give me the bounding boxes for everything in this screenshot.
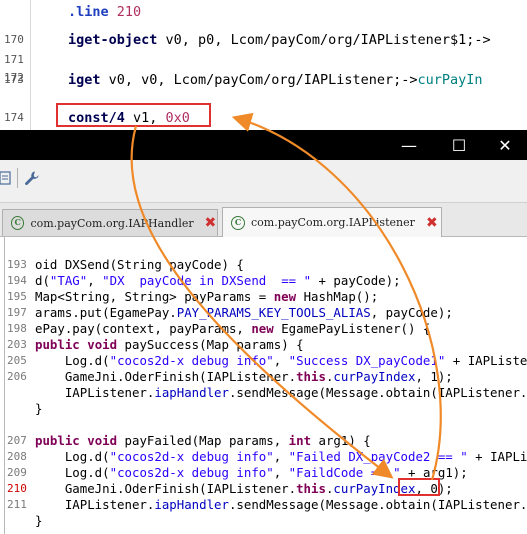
line-number: 171 xyxy=(4,53,24,66)
java-line: 193 oid DXSend(String payCode) { xyxy=(5,257,527,273)
line-number: 205 xyxy=(7,354,27,367)
line-number: 210 xyxy=(7,482,27,495)
java-line: 195 Map<String, String> payParams = new H… xyxy=(5,289,527,305)
smali-token: iget-object xyxy=(68,32,166,48)
line-number: 174 xyxy=(4,111,24,124)
tab-label: com.payCom.org.IAPHandler xyxy=(30,216,194,230)
smali-editor[interactable]: .line 210 170 iget-object v0, p0, Lcom/pay… xyxy=(0,0,527,130)
line-number: 195 xyxy=(7,290,27,303)
smali-line: 170 iget-object v0, p0, Lcom/payCom/org/I… xyxy=(0,30,527,50)
line-number: 197 xyxy=(7,306,27,319)
java-code: GameJni.OderFinish(IAPListener.this.curP… xyxy=(35,481,453,496)
window-titlebar: — ☐ ✕ xyxy=(0,130,527,160)
window-minimize-icon[interactable]: — xyxy=(386,130,432,160)
java-code: public void payFailed(Map params, int ar… xyxy=(35,433,371,448)
class-icon: C xyxy=(11,216,25,230)
ordfinish-arg-highlight xyxy=(398,478,440,496)
line-number: 194 xyxy=(7,274,27,287)
java-line: 194 d("TAG", "DX payCode in DXSend == " +… xyxy=(5,273,527,289)
window-close-icon[interactable]: ✕ xyxy=(482,130,527,160)
java-line: } xyxy=(5,401,527,417)
line-number: 198 xyxy=(7,322,27,335)
java-line: IAPListener.iapHandler.sendMessage(Messa… xyxy=(5,385,527,401)
list-icon[interactable] xyxy=(0,170,14,186)
smali-token: .line xyxy=(68,4,117,20)
java-line: 209 Log.d("cocos2d-x debug info", "Faild… xyxy=(5,465,527,481)
tab-label: com.payCom.org.IAPListener xyxy=(251,216,415,229)
java-line: 206 GameJni.OderFinish(IAPListener.this.… xyxy=(5,369,527,385)
line-number: 211 xyxy=(7,498,27,511)
const-instruction-highlight xyxy=(56,103,211,127)
java-line: 197 arams.put(EgamePay.PAY_PARAMS_KEY_TOO… xyxy=(5,305,527,321)
toolbar xyxy=(0,160,527,203)
smali-token: iget xyxy=(68,72,109,88)
smali-line: 171 xyxy=(0,50,527,70)
java-code: public void paySuccess(Map params) { xyxy=(35,337,304,352)
java-code: GameJni.OderFinish(IAPListener.this.curP… xyxy=(35,369,453,384)
java-code: Log.d("cocos2d-x debug info", "Failed DX… xyxy=(35,449,527,464)
toolbar-separator xyxy=(17,168,18,188)
java-code: ePay.pay(context, payParams, new EgamePa… xyxy=(35,321,431,336)
smali-token: 210 xyxy=(116,4,142,20)
line-number: 203 xyxy=(7,338,27,351)
smali-line: 173 iget v0, v0, Lcom/payCom/org/IAPListe… xyxy=(0,70,527,90)
java-line: 203 public void paySuccess(Map params) { xyxy=(5,337,527,353)
java-code: oid DXSend(String payCode) { xyxy=(35,257,244,272)
smali-token: curPayIn xyxy=(417,72,483,88)
smali-line: .line 210 xyxy=(0,2,527,22)
java-code: Log.d("cocos2d-x debug info", "Success D… xyxy=(35,353,527,368)
smali-token: v0, v0, Lcom/payCom/org/IAPListener;-> xyxy=(108,72,418,88)
java-code: arams.put(EgamePay.PAY_PARAMS_KEY_TOOLS_… xyxy=(35,305,453,320)
java-code: IAPListener.iapHandler.sendMessage(Messa… xyxy=(35,385,527,400)
smali-code: iget-object v0, p0, Lcom/payCom/org/IAPL… xyxy=(68,30,491,50)
java-line: 207 public void payFailed(Map params, int… xyxy=(5,433,527,449)
java-code: Map<String, String> payParams = new Hash… xyxy=(35,289,379,304)
java-editor[interactable]: 193 oid DXSend(String payCode) { 194 d("TAG… xyxy=(4,237,527,534)
tab-iaphandler[interactable]: C com.payCom.org.IAPHandler ✖ xyxy=(2,209,218,236)
smali-code: iget v0, v0, Lcom/payCom/org/IAPListener… xyxy=(68,70,483,90)
tab-iaplistener[interactable]: C com.payCom.org.IAPListener ✖ xyxy=(222,207,442,237)
tab-close-icon[interactable]: ✖ xyxy=(204,216,217,230)
java-line: 205 Log.d("cocos2d-x debug info", "Succe… xyxy=(5,353,527,369)
tab-close-icon[interactable]: ✖ xyxy=(425,216,439,230)
java-line xyxy=(5,241,527,257)
line-number: 206 xyxy=(7,370,27,383)
java-code: } xyxy=(35,513,43,528)
java-code: } xyxy=(35,401,43,416)
window-maximize-icon[interactable]: ☐ xyxy=(436,130,482,160)
smali-token: v0, p0, Lcom/payCom/org/IAPListener$1;-> xyxy=(165,32,491,48)
line-number: 173 xyxy=(4,73,24,86)
java-code: IAPListener.iapHandler.sendMessage(Messa… xyxy=(35,497,527,512)
java-line xyxy=(5,417,527,433)
line-number: 208 xyxy=(7,450,27,463)
line-number: 170 xyxy=(4,33,24,46)
line-number: 209 xyxy=(7,466,27,479)
java-line: } xyxy=(5,513,527,529)
java-line: 198 ePay.pay(context, payParams, new Egam… xyxy=(5,321,527,337)
java-code: d("TAG", "DX payCode in DXSend == " + pa… xyxy=(35,273,401,288)
class-icon: C xyxy=(231,215,245,230)
smali-code: .line 210 xyxy=(68,2,141,22)
java-line: 211 IAPListener.iapHandler.sendMessage(M… xyxy=(5,497,527,513)
editor-tab-strip: C com.payCom.org.IAPHandler ✖ C com.payC… xyxy=(0,203,527,237)
line-number: 207 xyxy=(7,434,27,447)
java-line: 208 Log.d("cocos2d-x debug info", "Faile… xyxy=(5,449,527,465)
line-number: 193 xyxy=(7,258,27,271)
wrench-icon[interactable] xyxy=(24,170,40,186)
java-line: 210 GameJni.OderFinish(IAPListener.this.… xyxy=(5,481,527,497)
